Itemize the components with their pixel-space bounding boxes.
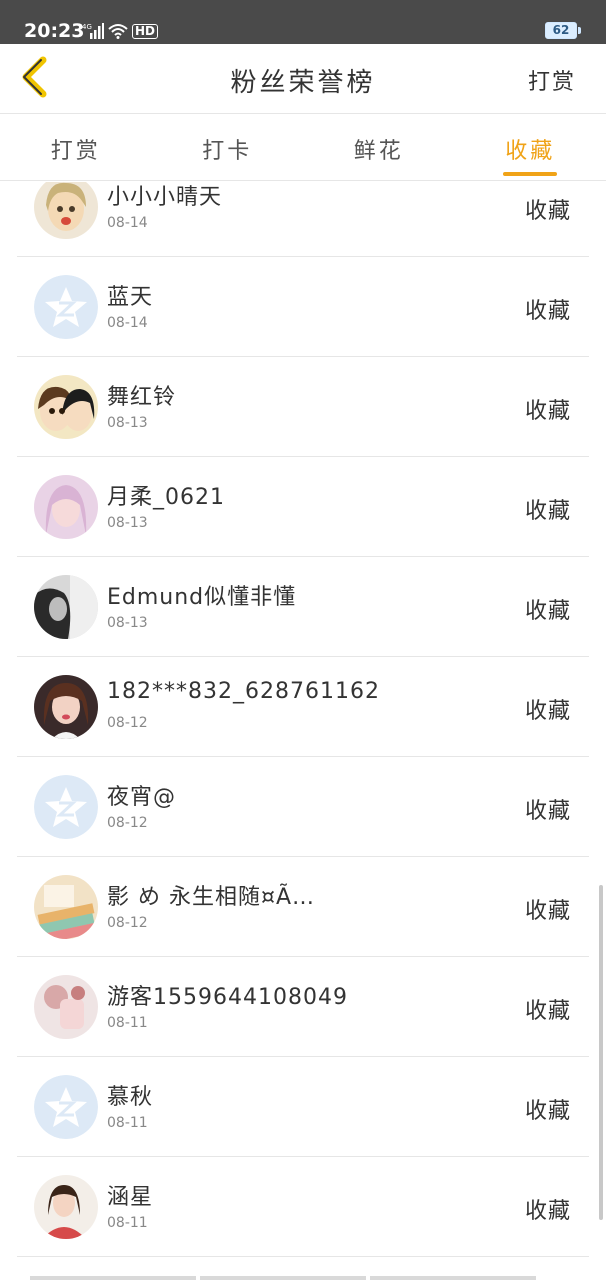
tab-reward[interactable]: 打赏 bbox=[0, 115, 152, 180]
action-type-label: 收藏 bbox=[524, 499, 571, 524]
battery-icon: 62 bbox=[545, 22, 581, 39]
list-item[interactable]: 影 め 永生相随¤Ã… 08-12 收藏 bbox=[17, 857, 589, 957]
date-label: 08-12 bbox=[107, 715, 148, 731]
hd-voice-badge: HD bbox=[132, 23, 159, 39]
list-item[interactable]: 月柔_0621 08-13 收藏 bbox=[17, 457, 589, 557]
list-item[interactable]: 舞红铃 08-13 收藏 bbox=[17, 357, 589, 457]
action-type-label: 收藏 bbox=[524, 799, 571, 824]
avatar[interactable] bbox=[34, 875, 98, 939]
status-time: 20:23 bbox=[24, 20, 85, 42]
cellular-signal-icon: 4G bbox=[82, 23, 104, 39]
list-item[interactable]: 慕秋 08-11 收藏 bbox=[17, 1057, 589, 1157]
list-item[interactable]: 小小小晴天 08-14 收藏 bbox=[17, 182, 589, 257]
list-item[interactable]: 涵星 08-11 收藏 bbox=[17, 1157, 589, 1257]
wifi-icon bbox=[108, 23, 128, 39]
list-item[interactable]: 蓝天 08-14 收藏 bbox=[17, 257, 589, 357]
list-item[interactable]: 游客1559644108049 08-11 收藏 bbox=[17, 957, 589, 1057]
avatar[interactable] bbox=[34, 1075, 98, 1139]
user-name: 夜宵@ bbox=[107, 785, 177, 810]
scrollbar[interactable] bbox=[599, 885, 603, 1220]
avatar[interactable] bbox=[34, 775, 98, 839]
user-name: 月柔_0621 bbox=[107, 485, 225, 510]
user-name: Edmund似懂非懂 bbox=[107, 585, 297, 610]
network-type-label: 4G bbox=[82, 23, 92, 31]
action-type-label: 收藏 bbox=[524, 899, 571, 924]
action-type-label: 收藏 bbox=[524, 1199, 571, 1224]
date-label: 08-12 bbox=[107, 915, 148, 931]
user-name: 小小小晴天 bbox=[107, 185, 223, 210]
next-row-peek bbox=[0, 1262, 606, 1280]
avatar[interactable] bbox=[34, 675, 98, 739]
avatar[interactable] bbox=[34, 975, 98, 1039]
list-item[interactable]: 182***832_628761162 08-12 收藏 bbox=[17, 657, 589, 757]
reward-button[interactable]: 打赏 bbox=[528, 64, 576, 96]
date-label: 08-14 bbox=[107, 315, 148, 331]
user-name: 涵星 bbox=[107, 1185, 154, 1210]
avatar[interactable] bbox=[34, 275, 98, 339]
avatar[interactable] bbox=[34, 375, 98, 439]
action-type-label: 收藏 bbox=[524, 1099, 571, 1124]
date-label: 08-13 bbox=[107, 515, 148, 531]
action-type-label: 收藏 bbox=[524, 199, 571, 224]
action-type-label: 收藏 bbox=[524, 599, 571, 624]
action-type-label: 收藏 bbox=[524, 299, 571, 324]
date-label: 08-13 bbox=[107, 615, 148, 631]
tab-checkin[interactable]: 打卡 bbox=[152, 115, 304, 180]
page-title: 粉丝荣誉榜 bbox=[230, 68, 376, 98]
avatar[interactable] bbox=[34, 475, 98, 539]
date-label: 08-11 bbox=[107, 1115, 148, 1131]
list-item[interactable]: 夜宵@ 08-12 收藏 bbox=[17, 757, 589, 857]
action-type-label: 收藏 bbox=[524, 999, 571, 1024]
user-name: 182***832_628761162 bbox=[107, 679, 380, 704]
tab-favorites[interactable]: 收藏 bbox=[455, 115, 606, 180]
avatar[interactable] bbox=[34, 575, 98, 639]
fan-list[interactable]: 小小小晴天 08-14 收藏 蓝天 08-14 收藏 舞红铃 08-13 收藏 月柔_0621 08… bbox=[0, 182, 606, 1280]
user-name: 舞红铃 bbox=[107, 385, 177, 410]
date-label: 08-11 bbox=[107, 1015, 148, 1031]
user-name: 游客1559644108049 bbox=[107, 985, 348, 1010]
avatar[interactable] bbox=[34, 1175, 98, 1239]
action-type-label: 收藏 bbox=[524, 399, 571, 424]
user-name: 慕秋 bbox=[107, 1085, 154, 1110]
action-type-label: 收藏 bbox=[524, 699, 571, 724]
tab-bar: 打赏 打卡 鲜花 收藏 bbox=[0, 115, 606, 181]
date-label: 08-11 bbox=[107, 1215, 148, 1231]
date-label: 08-13 bbox=[107, 415, 148, 431]
date-label: 08-14 bbox=[107, 215, 148, 231]
tab-flowers[interactable]: 鲜花 bbox=[303, 115, 455, 180]
date-label: 08-12 bbox=[107, 815, 148, 831]
header-bar: 粉丝荣誉榜 打赏 bbox=[0, 44, 606, 114]
avatar[interactable] bbox=[34, 182, 98, 239]
list-item[interactable]: Edmund似懂非懂 08-13 收藏 bbox=[17, 557, 589, 657]
user-name: 蓝天 bbox=[107, 285, 154, 310]
status-icons: 4G HD bbox=[82, 20, 159, 42]
user-name: 影 め 永生相随¤Ã… bbox=[107, 885, 316, 910]
status-bar: 20:23 4G HD 62 bbox=[0, 0, 606, 44]
